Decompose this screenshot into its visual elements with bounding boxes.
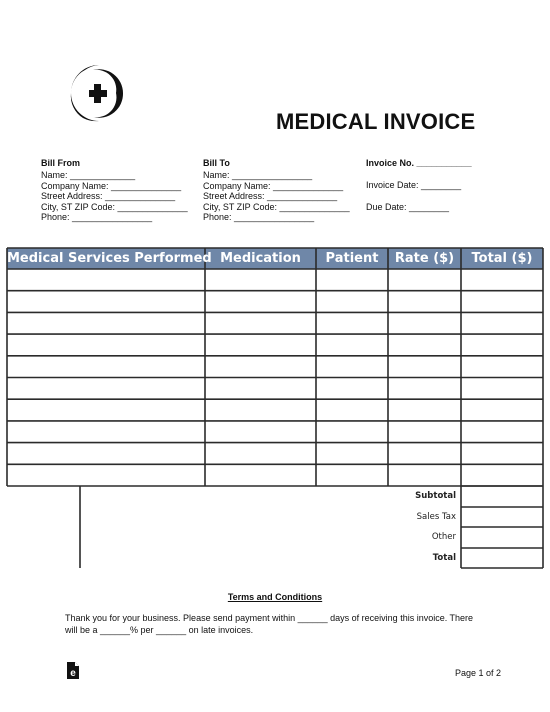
page-number: Page 1 of 2: [455, 668, 502, 678]
total-value-field[interactable]: [462, 549, 542, 567]
patient-cell[interactable]: [317, 444, 387, 464]
medication-cell[interactable]: [206, 465, 315, 485]
rate-cell[interactable]: [389, 357, 460, 377]
service-cell[interactable]: [8, 465, 204, 485]
total-cell[interactable]: [462, 357, 542, 377]
patient-cell[interactable]: [317, 270, 387, 290]
medication-cell[interactable]: [206, 270, 315, 290]
service-cell[interactable]: [8, 357, 204, 377]
patient-cell[interactable]: [317, 379, 387, 399]
service-cell[interactable]: [8, 270, 204, 290]
eforms-document-icon: e: [67, 662, 79, 679]
patient-cell[interactable]: [317, 465, 387, 485]
patient-cell[interactable]: [317, 357, 387, 377]
medication-cell[interactable]: [206, 292, 315, 312]
total-cell[interactable]: [462, 270, 542, 290]
terms-body: Thank you for your business. Please send…: [65, 613, 474, 635]
column-header-services: Medical Services Performed: [7, 251, 212, 266]
patient-cell[interactable]: [317, 313, 387, 333]
patient-cell[interactable]: [317, 400, 387, 420]
rate-cell[interactable]: [389, 313, 460, 333]
terms-title: Terms and Conditions: [227, 592, 323, 602]
other-label: Other: [431, 532, 456, 542]
patient-cell[interactable]: [317, 292, 387, 312]
column-header-total: Total ($): [471, 251, 533, 266]
rate-cell[interactable]: [389, 270, 460, 290]
total-cell[interactable]: [462, 379, 542, 399]
svg-text:e: e: [70, 668, 76, 679]
total-label: Total: [432, 553, 456, 563]
total-cell[interactable]: [462, 313, 542, 333]
rate-cell[interactable]: [389, 292, 460, 312]
other-value-field[interactable]: [462, 528, 542, 547]
service-cell[interactable]: [8, 422, 204, 442]
total-cell[interactable]: [462, 465, 542, 485]
service-cell[interactable]: [8, 313, 204, 333]
rate-cell[interactable]: [389, 465, 460, 485]
medication-cell[interactable]: [206, 335, 315, 355]
patient-cell[interactable]: [317, 422, 387, 442]
rate-cell[interactable]: [389, 400, 460, 420]
service-cell[interactable]: [8, 400, 204, 420]
total-cell[interactable]: [462, 444, 542, 464]
medication-cell[interactable]: [206, 400, 315, 420]
service-cell[interactable]: [8, 292, 204, 312]
medication-cell[interactable]: [206, 379, 315, 399]
medication-cell[interactable]: [206, 422, 315, 442]
subtotal-label: Subtotal: [415, 491, 456, 501]
medication-cell[interactable]: [206, 313, 315, 333]
patient-cell[interactable]: [317, 335, 387, 355]
total-cell[interactable]: [462, 335, 542, 355]
medication-cell[interactable]: [206, 444, 315, 464]
sales-tax-value-field[interactable]: [462, 508, 542, 526]
total-cell[interactable]: [462, 400, 542, 420]
total-cell[interactable]: [462, 292, 542, 312]
column-header-patient: Patient: [325, 251, 379, 266]
subtotal-value-field[interactable]: [462, 487, 542, 506]
service-cell[interactable]: [8, 379, 204, 399]
rate-cell[interactable]: [389, 422, 460, 442]
service-cell[interactable]: [8, 335, 204, 355]
service-cell[interactable]: [8, 444, 204, 464]
total-cell[interactable]: [462, 422, 542, 442]
rate-cell[interactable]: [389, 444, 460, 464]
rate-cell[interactable]: [389, 379, 460, 399]
medication-cell[interactable]: [206, 357, 315, 377]
column-header-medication: Medication: [220, 251, 301, 266]
rate-cell[interactable]: [389, 335, 460, 355]
sales-tax-label: Sales Tax: [416, 512, 456, 522]
column-header-rate: Rate ($): [394, 251, 455, 266]
